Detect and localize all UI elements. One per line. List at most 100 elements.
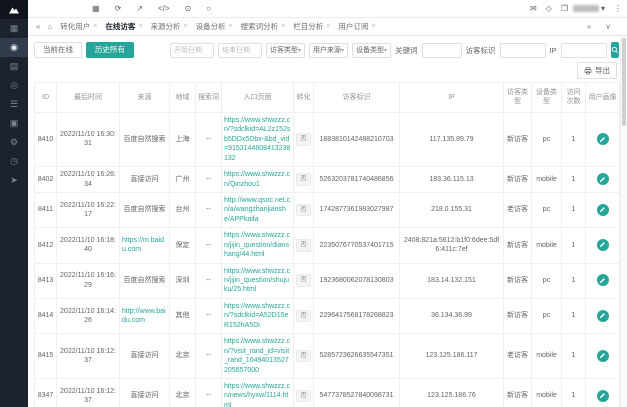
- search-icon: [611, 46, 619, 54]
- tabs-forward-icon[interactable]: »: [584, 22, 594, 31]
- cell-visits: 1: [562, 112, 586, 166]
- edit-profile-button[interactable]: [597, 204, 609, 216]
- cell-device: mobile: [532, 167, 562, 193]
- cell-source: 百度自然搜索: [120, 263, 170, 298]
- end-date-input[interactable]: [218, 43, 262, 58]
- cell-visits: 1: [562, 298, 586, 333]
- refresh-icon[interactable]: ⟳: [115, 5, 122, 13]
- cell-visitor_id: 2296417568178268823: [314, 298, 400, 333]
- sidebar-item-monitor[interactable]: ◎: [0, 76, 28, 95]
- cell-id: 8412: [35, 228, 57, 263]
- cell-converted: 否: [294, 263, 314, 298]
- device-type-select[interactable]: 设备类型 ▾: [352, 43, 391, 58]
- cell-ip: 117.135.89.79: [400, 112, 504, 166]
- export-button[interactable]: 导出: [577, 62, 617, 79]
- cell-visitor_id: 5263203781740486856: [314, 167, 400, 193]
- source-link[interactable]: https://m.baidu.com: [122, 237, 164, 253]
- cell-keyword: --: [196, 112, 222, 166]
- edit-profile-button[interactable]: [597, 310, 609, 322]
- code-icon[interactable]: </>: [158, 5, 170, 13]
- table-row: 84152022/11/10 16:12:37直接访问北京--https://w…: [35, 334, 620, 379]
- entry-page-link[interactable]: https://www.shwzzz.cn/news/hyxw/1114.htm…: [224, 383, 290, 407]
- cell-time: 2022/11/10 16:16:29: [57, 263, 120, 298]
- entry-page-link[interactable]: http://www.qsoc.net.cn/a/wangzhanjianshe…: [224, 197, 290, 223]
- cell-visits: 1: [562, 192, 586, 227]
- table-row: 84022022/11/10 16:26:34直接访问广州--https://w…: [35, 167, 620, 193]
- edit-pencil-icon: [599, 277, 606, 284]
- edit-profile-button[interactable]: [597, 133, 609, 145]
- sidebar-item-history[interactable]: ◷: [0, 152, 28, 171]
- tab-close-icon[interactable]: ×: [371, 23, 375, 30]
- cell-user-profile: [586, 378, 620, 407]
- column-header: 来源: [120, 83, 170, 113]
- cell-device: pc: [532, 192, 562, 227]
- start-date-input[interactable]: [170, 43, 214, 58]
- tab-close-icon[interactable]: ×: [183, 23, 187, 30]
- tag-icon[interactable]: ◇: [546, 5, 552, 13]
- source-link[interactable]: http://www.baidu.com: [122, 308, 166, 324]
- cell-id: 8347: [35, 378, 57, 407]
- cell-visitor_type: 新访客: [504, 378, 532, 407]
- circle-icon[interactable]: ○: [206, 5, 211, 13]
- sidebar-item-settings[interactable]: ⚙: [0, 133, 28, 152]
- keyword-input[interactable]: [422, 43, 462, 58]
- tab-来源分析[interactable]: 来源分析×: [146, 19, 191, 34]
- home-icon[interactable]: ⌂: [44, 22, 55, 31]
- edit-profile-button[interactable]: [597, 239, 609, 251]
- entry-page-link[interactable]: https://www.shwzzz.cn/jijin_question/dia…: [224, 232, 290, 258]
- ip-input[interactable]: [561, 43, 607, 58]
- tab-close-icon[interactable]: ×: [229, 23, 233, 30]
- source: http://www.baidu.com: [120, 298, 170, 333]
- edit-profile-button[interactable]: [597, 173, 609, 185]
- tab-close-icon[interactable]: ×: [326, 23, 330, 30]
- tab-close-icon[interactable]: ×: [138, 23, 142, 30]
- visitor-id-input[interactable]: [500, 43, 546, 58]
- grid-icon[interactable]: ▦: [92, 5, 100, 13]
- tab-设备分析[interactable]: 设备分析×: [192, 19, 237, 34]
- column-header: 访客类型: [504, 83, 532, 113]
- user-menu[interactable]: ▾: [573, 5, 605, 13]
- tab-在线访客[interactable]: 在线访客×: [101, 19, 146, 34]
- edit-profile-button[interactable]: [597, 390, 609, 402]
- tabs-collapse-icon[interactable]: ∨: [602, 22, 614, 31]
- cell-keyword: --: [196, 167, 222, 193]
- sidebar-item-documents[interactable]: ▣: [0, 114, 28, 133]
- sidebar-item-dashboard[interactable]: ▦: [0, 19, 28, 38]
- tabs-back-icon[interactable]: «: [33, 22, 43, 31]
- history-all-button[interactable]: 历史所有: [86, 42, 134, 58]
- sidebar-item-visitors[interactable]: ◉: [0, 38, 28, 57]
- message-icon[interactable]: ✉: [530, 5, 537, 13]
- user-source-select[interactable]: 用户来源 ▾: [309, 43, 348, 58]
- current-online-button[interactable]: 当前在线: [34, 42, 82, 58]
- lock-icon[interactable]: ⊙: [185, 5, 192, 13]
- entry-page-link[interactable]: https://www.shwzzz.cn/?visit_rand_id=vis…: [224, 338, 290, 373]
- entry-page-link[interactable]: https://www.shwzzz.cn/?sdclkid=AL2z152sb…: [224, 117, 290, 162]
- edit-profile-button[interactable]: [597, 350, 609, 362]
- main-area: ▦ ⟳ ↗ </> ⊙ ○ ✉ ◇ ❐ ▾ ⋮ « ⌂ 转化用户×在线访客×来源分析×设备分析…: [28, 0, 627, 407]
- more-menu-icon[interactable]: ⋮: [614, 5, 622, 13]
- tab-close-icon[interactable]: ×: [281, 23, 285, 30]
- tab-用户订阅[interactable]: 用户订阅×: [334, 19, 379, 34]
- visitor-type-select[interactable]: 访客类型 ▾: [266, 43, 305, 58]
- sidebar-item-reports[interactable]: ▤: [0, 57, 28, 76]
- sidebar-item-push[interactable]: ➤: [0, 171, 28, 190]
- keyword-label: 关键词: [395, 45, 418, 56]
- edit-profile-button[interactable]: [597, 274, 609, 286]
- share-icon[interactable]: ↗: [136, 5, 143, 13]
- fullscreen-icon[interactable]: ❐: [561, 5, 568, 13]
- visitor-id-label: 访客标识: [466, 45, 496, 56]
- entry-page: https://www.shwzzz.cn/?sdclkid=A52D15eR1…: [222, 298, 294, 333]
- entry-page-link[interactable]: https://www.shwzzz.cn/jijin_question/shu…: [224, 268, 290, 294]
- tab-close-icon[interactable]: ×: [93, 23, 97, 30]
- sidebar-item-database[interactable]: ☰: [0, 95, 28, 114]
- cell-time: 2022/11/10 16:12:37: [57, 378, 120, 407]
- entry-page-link[interactable]: https://www.shwzzz.cn/Qinzhou1: [224, 171, 290, 187]
- search-button[interactable]: [611, 42, 619, 58]
- tab-栏目分析[interactable]: 栏目分析×: [289, 19, 334, 34]
- tab-转化用户[interactable]: 转化用户×: [56, 19, 101, 34]
- scrollbar-thumb[interactable]: [622, 38, 626, 126]
- vertical-scrollbar[interactable]: [620, 36, 627, 407]
- tab-搜索词分析[interactable]: 搜索词分析×: [237, 19, 290, 34]
- entry-page-link[interactable]: https://www.shwzzz.cn/?sdclkid=A52D15eR1…: [224, 303, 290, 329]
- cell-visits: 1: [562, 378, 586, 407]
